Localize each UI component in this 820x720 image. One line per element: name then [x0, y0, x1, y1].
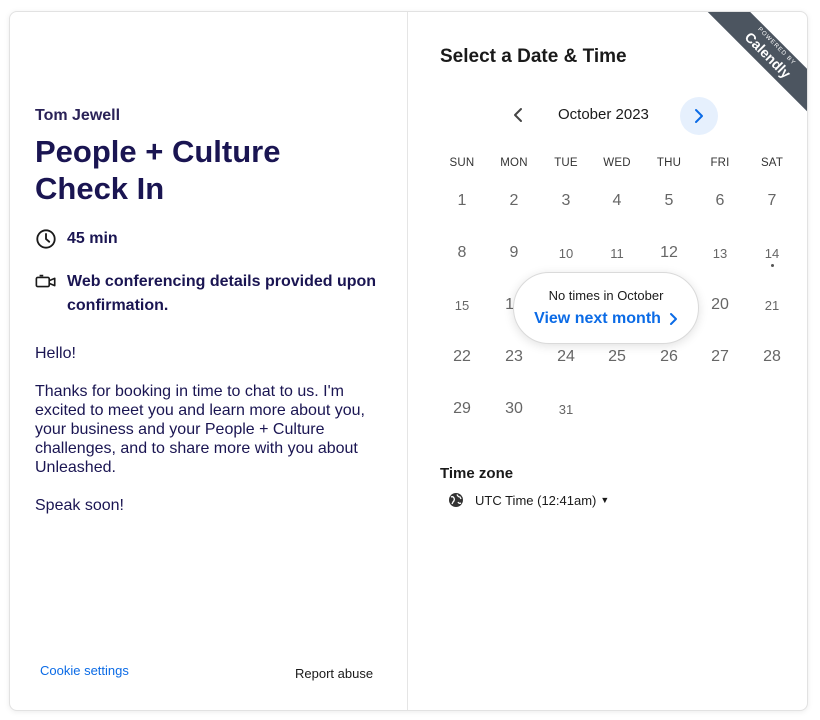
- previous-month-button[interactable]: [504, 98, 532, 132]
- day-number: 14: [764, 246, 780, 261]
- calendar-day: 22: [442, 348, 482, 366]
- cookie-settings-link[interactable]: Cookie settings: [40, 663, 129, 678]
- weekday-header: TUE: [554, 157, 578, 169]
- calendar-day: 8: [442, 244, 482, 262]
- calendar-day: 24: [546, 348, 586, 366]
- powered-by-ribbon[interactable]: POWERED BY Calendly: [697, 12, 807, 122]
- calendar-day: 29: [442, 400, 482, 418]
- day-number: 21: [764, 298, 780, 313]
- report-abuse-link[interactable]: Report abuse: [295, 666, 373, 681]
- day-number: 20: [711, 296, 729, 313]
- calendar-day: 5: [649, 192, 689, 210]
- calendar-day: 2: [494, 192, 534, 210]
- calendar-day: 11: [597, 246, 637, 261]
- day-number: 10: [558, 246, 574, 261]
- panel-title: Select a Date & Time: [440, 46, 627, 67]
- duration-label: 45 min: [67, 230, 118, 247]
- caret-down-icon: ▼: [600, 495, 610, 505]
- calendly-badge: POWERED BY Calendly: [699, 12, 807, 122]
- calendar-day: 31: [546, 402, 586, 417]
- weekday-header: FRI: [710, 157, 730, 169]
- calendar-day: 12: [649, 244, 689, 262]
- weekday-header: THU: [656, 157, 682, 169]
- day-number: 6: [715, 192, 725, 209]
- weekday-header: SAT: [760, 157, 784, 169]
- view-next-month-label: View next month: [534, 310, 661, 327]
- globe-icon: [449, 493, 463, 507]
- booking-card: Tom Jewell People + Culture Check In 45 …: [9, 11, 808, 711]
- chevron-left-icon: [514, 108, 522, 122]
- event-title: People + Culture Check In: [35, 134, 281, 206]
- video-camera-icon: [35, 274, 56, 288]
- day-number: 31: [558, 402, 574, 417]
- day-number: 9: [509, 244, 519, 261]
- today-indicator: [770, 264, 774, 267]
- day-number: 30: [505, 400, 523, 417]
- day-number: 4: [612, 192, 622, 209]
- no-times-message: No times in October: [548, 288, 664, 303]
- calendar-day: 13: [700, 246, 740, 261]
- calendar-day: 10: [546, 246, 586, 261]
- timezone-value: UTC Time (12:41am): [475, 492, 597, 508]
- calendar-day: 30: [494, 400, 534, 418]
- calendar-day: 27: [700, 348, 740, 366]
- day-number: 24: [557, 348, 575, 365]
- day-number: 28: [763, 348, 781, 365]
- calendar-day: 1: [442, 192, 482, 210]
- day-number: 7: [767, 192, 777, 209]
- calendar-day: 9: [494, 244, 534, 262]
- calendar-day: 25: [597, 348, 637, 366]
- event-description: Hello! Thanks for booking in time to cha…: [35, 344, 390, 534]
- calendar-day: 14: [752, 246, 792, 267]
- day-number: 22: [453, 348, 471, 365]
- day-number: 3: [561, 192, 571, 209]
- weekday-header: WED: [603, 157, 631, 169]
- day-number: 2: [509, 192, 519, 209]
- view-next-month-button[interactable]: View next month: [514, 310, 698, 328]
- calendar-day: 7: [752, 192, 792, 210]
- day-number: 27: [711, 348, 729, 365]
- calendar-day: 6: [700, 192, 740, 210]
- calendar-day: 28: [752, 348, 792, 366]
- clock-icon: [36, 229, 56, 249]
- calendar-day: 23: [494, 348, 534, 366]
- host-name: Tom Jewell: [35, 107, 121, 124]
- weekday-header: SUN: [449, 157, 475, 169]
- day-number: 12: [660, 244, 678, 261]
- day-number: 1: [457, 192, 467, 209]
- day-number: 26: [660, 348, 678, 365]
- weekday-header: MON: [500, 157, 528, 169]
- conferencing-row: Web conferencing details provided upon c…: [35, 270, 385, 318]
- timezone-title: Time zone: [440, 465, 514, 482]
- day-number: 23: [505, 348, 523, 365]
- event-details-panel: Tom Jewell People + Culture Check In 45 …: [10, 12, 408, 710]
- duration-row: 45 min: [35, 228, 118, 250]
- calendar-day: 26: [649, 348, 689, 366]
- day-number: 11: [610, 246, 624, 261]
- description-paragraph: Speak soon!: [35, 497, 124, 514]
- calendar-day: 4: [597, 192, 637, 210]
- calendar-day: 20: [700, 296, 740, 314]
- conferencing-label: Web conferencing details provided upon c…: [67, 273, 377, 314]
- day-number: 13: [712, 246, 728, 261]
- timezone-selector[interactable]: UTC Time (12:41am) ▼: [448, 492, 609, 508]
- calendar-day: 3: [546, 192, 586, 210]
- current-month-label: October 2023: [558, 106, 649, 123]
- day-number: 8: [457, 244, 467, 261]
- calendar-day: 21: [752, 298, 792, 313]
- no-times-popover: No times in October View next month: [513, 272, 699, 344]
- description-paragraph: Thanks for booking in time to chat to us…: [35, 383, 365, 476]
- day-number: 15: [454, 298, 470, 313]
- day-number: 5: [664, 192, 674, 209]
- description-paragraph: Hello!: [35, 345, 76, 362]
- chevron-right-icon: [669, 313, 677, 325]
- day-number: 25: [608, 348, 626, 365]
- calendar-day: 15: [442, 298, 482, 313]
- day-number: 29: [453, 400, 471, 417]
